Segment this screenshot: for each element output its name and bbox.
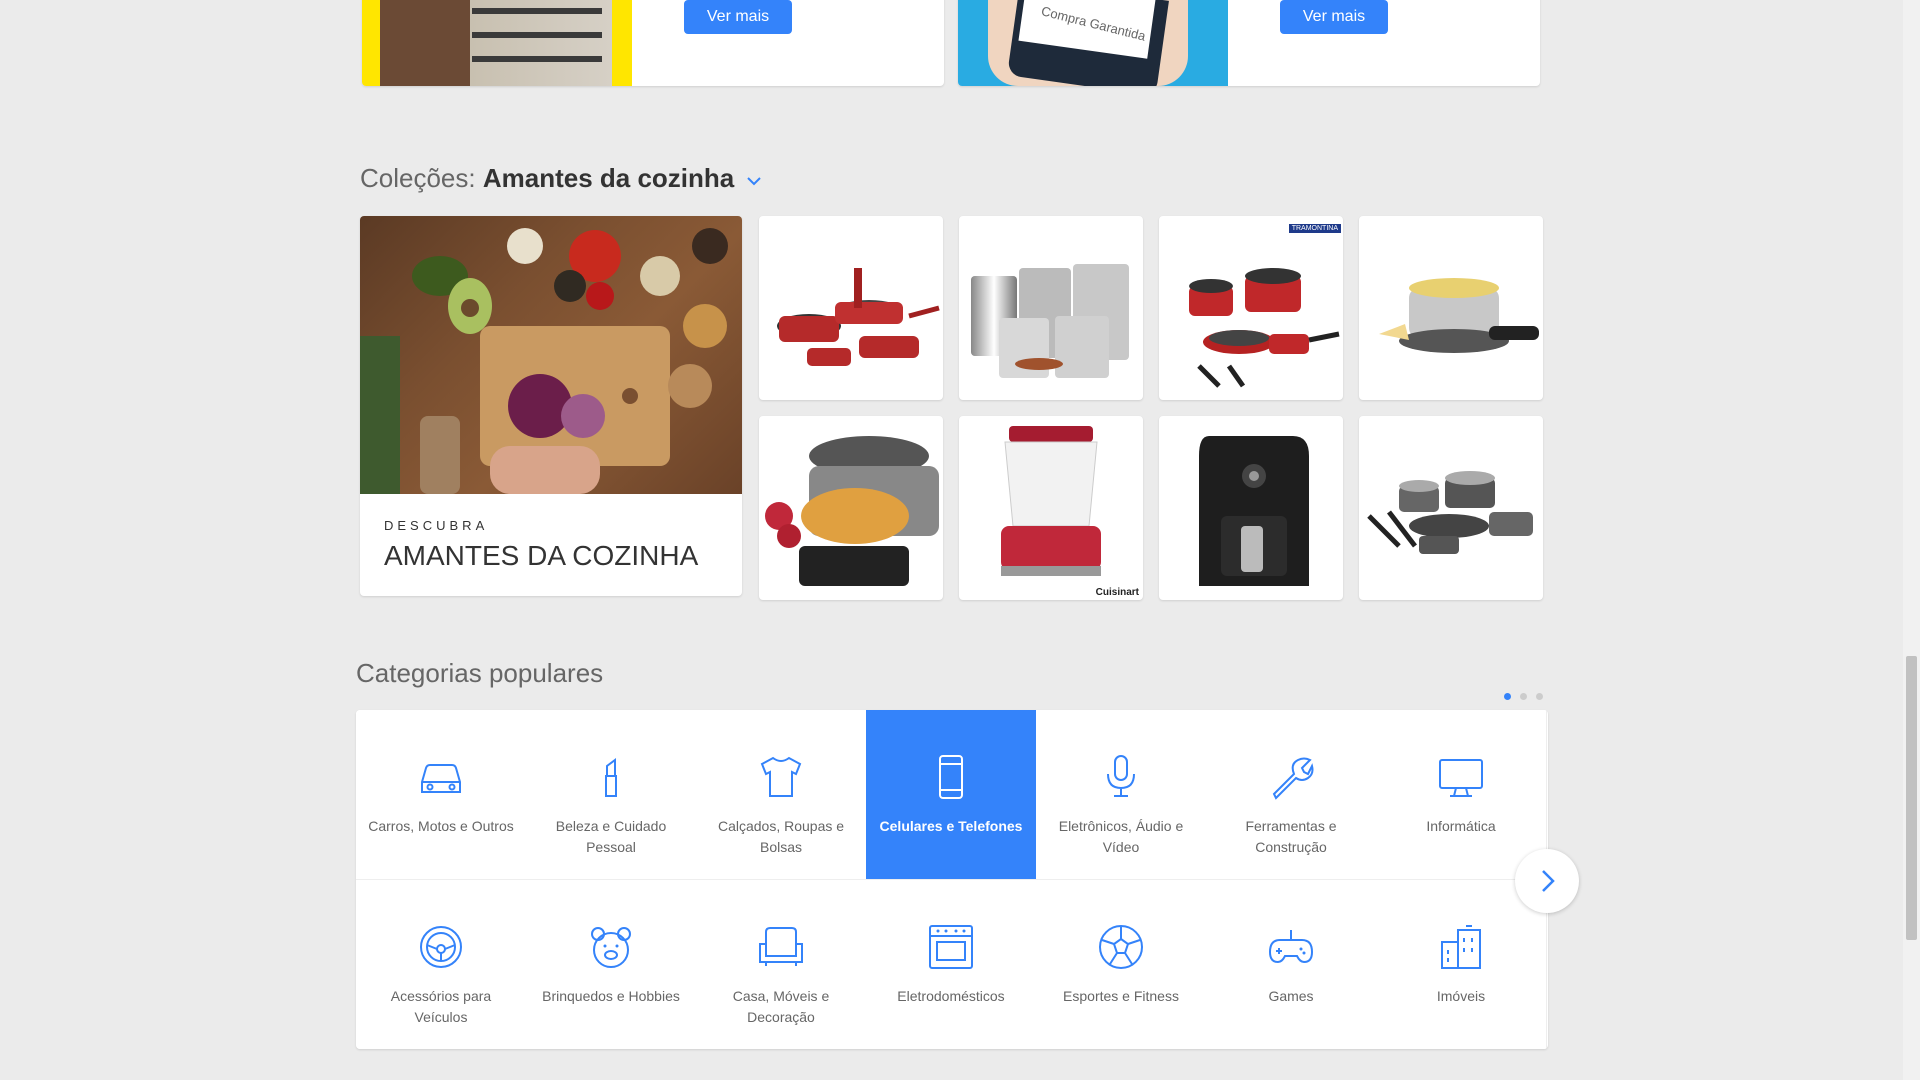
armchair-icon xyxy=(759,927,803,966)
category-eletrodomesticos[interactable]: Eletrodomésticos xyxy=(866,880,1037,1049)
waffle-maker-image xyxy=(765,436,939,586)
category-label: Brinquedos e Hobbies xyxy=(542,988,680,1004)
tshirt-icon xyxy=(760,756,802,797)
promo-image-building xyxy=(362,0,632,86)
popcorn-maker-image xyxy=(1001,426,1101,576)
wrench-icon xyxy=(1272,757,1314,800)
category-celulares[interactable]: Celulares e Telefones xyxy=(866,710,1037,880)
category-label: Informática xyxy=(1426,818,1496,834)
steering-wheel-icon xyxy=(420,926,462,968)
category-acessorios-veiculos[interactable]: Acessórios para Veículos xyxy=(356,880,527,1049)
category-eletronicos[interactable]: Eletrônicos, Áudio e Vídeo xyxy=(1036,710,1207,880)
chevron-down-icon[interactable] xyxy=(746,175,762,187)
chevron-right-icon xyxy=(1542,870,1555,892)
categories-grid: Carros, Motos e Outros Beleza e Cuidado … xyxy=(356,710,1548,1049)
category-label: Eletrônicos, Áudio e Vídeo xyxy=(1058,818,1184,855)
hero-title: AMANTES DA COZINHA xyxy=(384,540,699,571)
teddy-bear-icon xyxy=(591,927,631,968)
fondue-image xyxy=(1379,278,1539,353)
hero-kicker: DESCUBRA xyxy=(384,518,489,533)
category-label: Games xyxy=(1268,988,1314,1004)
canisters-image xyxy=(971,264,1129,378)
hero-image-kitchen xyxy=(360,216,742,494)
product-tile-gray-cookware-set[interactable] xyxy=(1359,416,1543,600)
cookware-image xyxy=(777,268,940,366)
collection-title[interactable]: Coleções: Amantes da cozinha xyxy=(360,163,762,194)
collection-prefix: Coleções: xyxy=(360,163,476,193)
microphone-icon xyxy=(1107,755,1135,797)
lipstick-icon xyxy=(605,758,617,797)
car-icon xyxy=(421,764,461,793)
promo-card-real-estate[interactable]: Ver mais xyxy=(362,0,944,86)
product-tile-fondue-pot[interactable] xyxy=(1359,216,1543,400)
page-dot-3[interactable] xyxy=(1536,693,1543,700)
category-label: Acessórios para Veículos xyxy=(390,988,492,1025)
category-label: Eletrodomésticos xyxy=(897,988,1005,1004)
promo-1-ver-mais-button[interactable]: Ver mais xyxy=(684,0,792,34)
gray-cookware-image xyxy=(1367,471,1533,554)
category-label: Carros, Motos e Outros xyxy=(368,818,514,834)
pans-image xyxy=(1189,268,1340,388)
category-label: Calçados, Roupas e Bolsas xyxy=(717,818,845,855)
oven-icon xyxy=(929,925,973,969)
category-label: Beleza e Cuidado Pessoal xyxy=(555,818,667,855)
gamepad-icon xyxy=(1268,930,1314,964)
category-calcados-roupas[interactable]: Calçados, Roupas e Bolsas xyxy=(696,710,867,880)
category-esportes[interactable]: Esportes e Fitness xyxy=(1036,880,1207,1049)
category-games[interactable]: Games xyxy=(1206,880,1377,1049)
promo-card-compra-garantida[interactable]: Compra Garantida Ver mais xyxy=(958,0,1540,86)
category-brinquedos[interactable]: Brinquedos e Hobbies xyxy=(526,880,697,1049)
soccer-ball-icon xyxy=(1099,925,1143,969)
product-tile-steel-canisters[interactable] xyxy=(959,216,1143,400)
collection-hero-card[interactable]: DESCUBRA AMANTES DA COZINHA xyxy=(360,216,742,596)
categories-title: Categorias populares xyxy=(356,658,604,688)
product-tile-waffle-maker[interactable] xyxy=(759,416,943,600)
category-label: Casa, Móveis e Decoração xyxy=(732,988,830,1025)
category-label: Imóveis xyxy=(1436,988,1486,1004)
monitor-icon xyxy=(1439,759,1483,797)
category-ferramentas[interactable]: Ferramentas e Construção xyxy=(1206,710,1377,880)
page-dot-1[interactable] xyxy=(1504,693,1511,700)
category-carros-motos[interactable]: Carros, Motos e Outros xyxy=(356,710,527,880)
product-tile-tramontina-pans[interactable]: TRAMONTINA xyxy=(1159,216,1343,400)
page-dot-2[interactable] xyxy=(1520,693,1527,700)
collection-name: Amantes da cozinha xyxy=(482,163,735,193)
category-label: Celulares e Telefones xyxy=(879,818,1023,834)
promo-image-phone: Compra Garantida xyxy=(958,0,1228,86)
air-fryer-image xyxy=(1199,436,1309,586)
category-label: Ferramentas e Construção xyxy=(1245,818,1337,855)
product-tile-popcorn-maker[interactable]: Cuisinart xyxy=(959,416,1143,600)
category-label: Esportes e Fitness xyxy=(1063,988,1179,1004)
category-casa-moveis[interactable]: Casa, Móveis e Decoração xyxy=(696,880,867,1049)
scrollbar-thumb[interactable] xyxy=(1906,656,1917,940)
product-tile-air-fryer[interactable] xyxy=(1159,416,1343,600)
page-scrollbar[interactable] xyxy=(1903,0,1920,1080)
category-beleza[interactable]: Beleza e Cuidado Pessoal xyxy=(526,710,697,880)
carousel-pagination[interactable] xyxy=(1504,687,1552,705)
carousel-next-button[interactable] xyxy=(1515,849,1579,913)
buildings-icon xyxy=(1441,925,1481,969)
product-tile-red-cookware-set[interactable] xyxy=(759,216,943,400)
promo-2-ver-mais-button[interactable]: Ver mais xyxy=(1280,0,1388,34)
phone-icon xyxy=(939,755,963,799)
